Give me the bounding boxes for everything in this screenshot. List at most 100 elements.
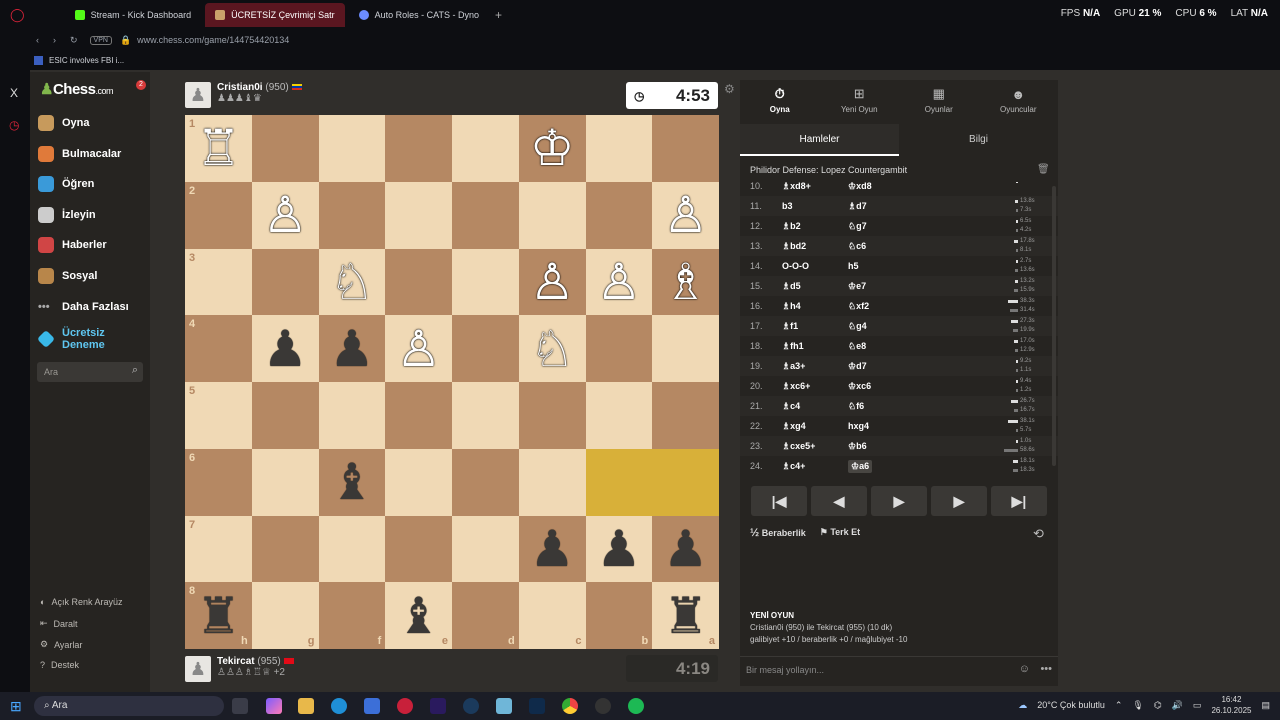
black-move[interactable]: ♔b6 [848,441,867,452]
network-icon[interactable]: ⌬ [1154,700,1162,711]
browser-tab-chess[interactable]: ÜCRETSİZ Çevrimiçi Satr [205,3,345,27]
search-icon[interactable]: ⌕ [132,364,138,377]
square-b4[interactable] [585,315,653,382]
square-h1[interactable]: 1 ♖ [185,115,252,182]
white-move[interactable]: ♗b2 [782,221,801,232]
app-icon[interactable] [496,698,512,714]
black-move[interactable]: ♔d7 [848,361,867,372]
play-button[interactable]: ▶ [871,486,927,516]
square-f5[interactable] [318,382,386,449]
square-a1[interactable] [652,115,719,182]
notification-icon[interactable]: ▤ [1261,700,1270,711]
white-move[interactable]: ♗d5 [782,281,801,292]
white-move[interactable]: O-O-O [782,261,809,271]
square-f3[interactable]: ♘ [318,248,386,316]
player-name[interactable]: Cristian0i (950) [217,82,302,93]
steam-icon[interactable] [463,698,479,714]
forward-icon[interactable]: › [53,35,56,45]
square-h5[interactable]: 5 [185,382,252,449]
square-c4[interactable]: ♘ [518,315,586,382]
square-a5[interactable] [652,382,719,449]
last-move-button[interactable]: ▶| [991,486,1047,516]
photoshop-icon[interactable] [529,698,545,714]
black-move[interactable]: ♔e7 [848,281,866,292]
white-pawn-piece[interactable]: ♙ [530,257,575,307]
square-d8[interactable]: d [452,582,519,649]
white-move[interactable]: ♗fh1 [782,341,804,352]
white-move[interactable]: ♗bd2 [782,241,806,252]
square-c2[interactable] [518,181,586,249]
square-c3[interactable]: ♙ [518,248,586,316]
square-g6[interactable] [251,448,319,516]
opening-name[interactable]: Philidor Defense: Lopez Countergambit [750,165,907,175]
black-bishop-piece[interactable]: ♝ [329,457,374,507]
white-move[interactable]: ♗xg4 [782,421,806,432]
black-move[interactable]: ♘xf2 [848,301,869,312]
board-settings-icon[interactable]: ⚙ [724,82,735,96]
square-h2[interactable]: 2 [185,181,252,249]
square-e1[interactable] [385,115,452,182]
square-h4[interactable]: 4 [185,315,252,382]
premiere-icon[interactable] [430,698,446,714]
square-h7[interactable]: 7 [185,515,252,583]
white-move[interactable]: ♗c4+ [782,461,805,472]
square-g2[interactable]: ♙ [251,181,319,249]
nav-free-trial[interactable]: Ücretsiz Deneme [36,327,122,355]
black-move[interactable]: ♔xc6 [848,381,871,392]
tab-games[interactable]: ▦ Oyunlar [899,80,979,120]
white-pawn-piece[interactable]: ♙ [596,257,641,307]
square-g7[interactable] [251,515,319,583]
white-move[interactable]: ♗c4 [782,401,800,412]
white-move[interactable]: ♗xc6+ [782,381,810,392]
white-pawn-piece[interactable]: ♙ [263,190,308,240]
square-g3[interactable] [251,248,319,316]
nav-social[interactable]: Sosyal [38,265,97,287]
square-f8[interactable]: f [318,582,386,649]
chrome-icon[interactable] [562,698,578,714]
tab-new-game[interactable]: ⊞ Yeni Oyun [820,80,900,120]
prev-move-button[interactable]: ◀ [811,486,867,516]
nav-learn[interactable]: Öğren [38,173,94,195]
square-b1[interactable] [585,115,653,182]
white-pawn-piece[interactable]: ♙ [396,324,441,374]
light-mode-toggle[interactable]: ◐ Açık Renk Arayüz [40,597,122,607]
white-pawn-piece[interactable]: ♙ [663,190,708,240]
black-move[interactable]: ♗d7 [848,201,867,212]
draw-button[interactable]: ½ Beraberlik [750,527,806,539]
browser-tab-dyno[interactable]: Auto Roles - CATS - Dyno [349,3,489,27]
square-f2[interactable] [318,181,386,249]
square-e2[interactable] [385,181,452,249]
square-d6[interactable] [452,448,519,516]
white-move[interactable]: ♗cxe5+ [782,441,815,452]
square-a7[interactable]: ♟ [652,515,719,583]
square-e3[interactable] [385,248,452,316]
square-a2[interactable]: ♙ [652,181,719,249]
square-f1[interactable] [318,115,386,182]
opera-gx-icon[interactable] [397,698,413,714]
player-name[interactable]: Tekircat (955) [217,656,294,667]
square-d7[interactable] [452,515,519,583]
black-move[interactable]: ♘g7 [848,221,867,232]
chess-board[interactable]: 1 ♖ ♔ 2 ♙ ♙ 3 ♘ ♙ ♙ ♗ 4 ♟ ♟ ♙ ♘ 5 6 ♝ 7 ♟ ♟ ♟ 8 h ♜ g f e ♝ d c b a ♜ [185,115,719,649]
black-bishop-piece[interactable]: ♝ [396,591,441,641]
spotify-icon[interactable] [628,698,644,714]
chat-input[interactable]: Bir mesaj yollayın... ☺ ••• [740,656,1058,684]
avatar[interactable]: ♟ [185,82,211,108]
black-move[interactable]: ♘g4 [848,321,867,332]
nav-news[interactable]: Haberler [38,234,107,256]
move-list[interactable]: 10. ♗xd8+ ♔xd8 0.1s 11. b3 ♗d7 13.8s 7.3s 12. ♗b2 ♘… [740,182,1058,474]
store-icon[interactable] [364,698,380,714]
flip-board-icon[interactable]: ⟲ [1033,526,1044,542]
square-f7[interactable] [318,515,386,583]
scrollbar[interactable] [1052,186,1056,466]
sidebar-search-input[interactable]: Ara ⌕ [37,362,143,382]
nav-play[interactable]: Oyna [38,112,90,134]
tab-moves[interactable]: Hamleler [740,124,899,156]
black-move[interactable]: ♘f6 [848,401,864,412]
windows-start-icon[interactable]: ⊞ [10,698,22,715]
square-g4[interactable]: ♟ [251,315,319,382]
square-e5[interactable] [385,382,452,449]
new-tab-icon[interactable]: + [495,8,502,22]
square-g8[interactable]: g [251,582,319,649]
task-view-icon[interactable] [232,698,248,714]
